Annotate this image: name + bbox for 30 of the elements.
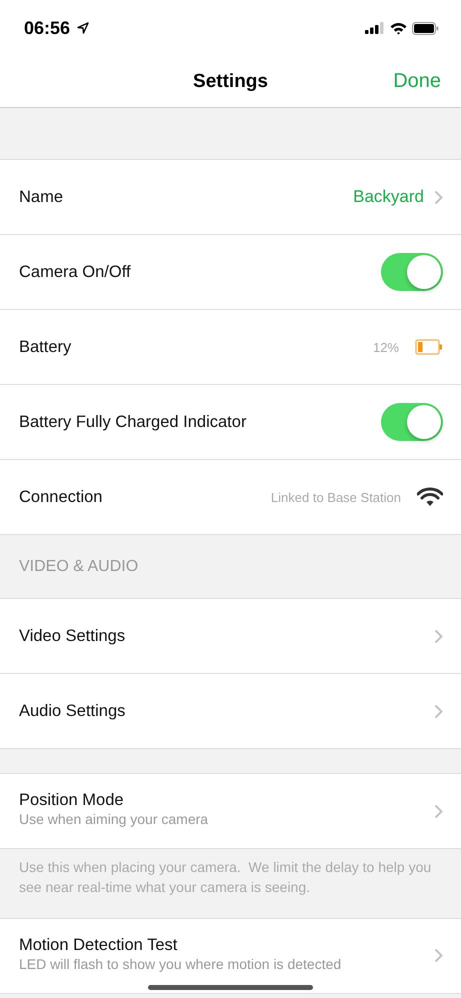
section-header: VIDEO & AUDIO [19, 558, 138, 576]
row-label: Battery Fully Charged Indicator [19, 412, 246, 432]
chevron-icon [434, 804, 443, 818]
row-title[interactable]: Position Mode [19, 791, 124, 810]
row-label: Connection [19, 488, 102, 506]
row-subtitle: LED will flash to show you where motion is detected [19, 956, 342, 972]
chevron-icon [434, 190, 443, 204]
connection-status: Linked to Base Station [270, 490, 401, 504]
row-label: Video Settings [19, 626, 126, 646]
battery-reading: 12% [372, 340, 399, 354]
row-label: Camera On/Off [19, 262, 131, 282]
toggle-switch[interactable] [381, 403, 443, 441]
row-title[interactable]: Motion Detection Test [19, 936, 178, 955]
battery-icon [415, 339, 443, 355]
row-label: Battery [19, 338, 72, 356]
wifi-icon [390, 22, 407, 34]
battery-status-icon [412, 22, 439, 34]
row-label: Name [19, 188, 64, 206]
location-arrow-icon [77, 22, 90, 34]
section-footer: Use this when placing your camera. We limit the delay to help you see near real-time what your camera is seeing. [19, 859, 436, 896]
page-title: Settings [192, 70, 269, 92]
toggle-switch[interactable] [381, 253, 443, 291]
chevron-icon [434, 948, 443, 964]
signal-icon [365, 22, 385, 34]
chevron-icon [434, 704, 443, 718]
row-label: Audio Settings [19, 702, 126, 720]
status-time: 06:56 [24, 18, 70, 38]
wifi-icon [417, 487, 443, 507]
row-subtitle: Use when aiming your camera [19, 811, 208, 827]
chevron-icon [434, 628, 443, 644]
